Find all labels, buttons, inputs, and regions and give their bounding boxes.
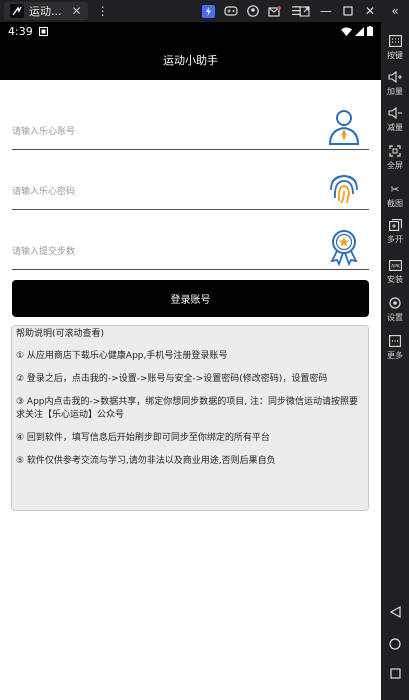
login-button-label: 登录账号	[170, 295, 211, 306]
app-tab-title: 运动...	[29, 5, 62, 18]
sidebar-item-screenshot[interactable]: ✂ 截图	[381, 182, 409, 209]
emulator-title-bar: 运动... ✕ ⋮ ☰ — ✕	[0, 0, 409, 22]
collapse-sidebar-icon[interactable]: «	[381, 4, 409, 18]
fullscreen-icon	[387, 144, 403, 158]
battery-icon	[367, 26, 373, 36]
steps-input-placeholder[interactable]: 请输入提交步数	[12, 244, 75, 257]
popout-icon[interactable]	[293, 2, 315, 20]
password-field[interactable]: 请输入乐心密码	[12, 170, 369, 210]
maximize-icon[interactable]	[337, 2, 359, 20]
notification-icon	[38, 26, 48, 36]
close-window-icon[interactable]: ✕	[359, 2, 381, 20]
sidebar-item-more[interactable]: 更多	[381, 334, 409, 361]
more-icon	[387, 334, 403, 348]
nav-back-icon[interactable]	[381, 606, 409, 618]
nav-recents-icon[interactable]	[381, 668, 409, 679]
multi-instance-icon	[387, 218, 403, 232]
fingerprint-icon	[330, 175, 358, 204]
scissors-icon: ✂	[390, 182, 400, 196]
sidebar-label: 全屏	[387, 161, 403, 170]
gear-icon	[387, 296, 403, 310]
collapse-sidebar-glyph: «	[391, 4, 399, 18]
user-icon	[328, 110, 360, 145]
sidebar-label: 加量	[387, 87, 403, 96]
help-item: ② 登录之后，点击我的->设置->账号与安全->设置密码(修改密码)，设置密码	[16, 374, 328, 384]
signal-icon	[355, 26, 364, 36]
app-tab[interactable]: 运动... ✕	[4, 2, 88, 20]
help-item: ⑤ 软件仅供参考交流与学习,请勿非法以及商业用途,否则后果自负	[16, 456, 276, 466]
help-item: ③ App内点击我的->数据共享，绑定你想同步数据的项目, 注：同步微信运动请按…	[16, 397, 359, 420]
help-item: ④ 回到软件，填写信息后开始刷步即可同步至你绑定的所有平台	[16, 433, 270, 443]
account-field[interactable]: 请输入乐心账号	[12, 110, 369, 150]
app-bar: 运动小助手	[0, 40, 381, 80]
award-badge-icon	[330, 230, 358, 266]
steps-field[interactable]: 请输入提交步数	[12, 230, 369, 270]
status-bar: 4:39	[0, 22, 381, 40]
close-tab-icon[interactable]: ✕	[72, 4, 82, 18]
emulator-sidebar: « 按键 加量 减量 全屏 ✂ 截图 多开 APK 安装 设置 更多	[381, 0, 409, 700]
help-title: 帮助说明(可滚动查看)	[16, 329, 105, 339]
nav-home-icon[interactable]	[381, 638, 409, 650]
volume-down-icon	[387, 106, 403, 120]
keyboard-icon	[387, 34, 403, 48]
mail-icon[interactable]	[264, 2, 286, 20]
help-panel[interactable]: 帮助说明(可滚动查看) ① 从应用商店下载乐心健康App,手机号注册登录账号 ②…	[11, 325, 369, 511]
sidebar-label: 减量	[387, 123, 403, 132]
help-item: ① 从应用商店下载乐心健康App,手机号注册登录账号	[16, 351, 228, 361]
app-title: 运动小助手	[163, 54, 218, 67]
account-icon[interactable]	[242, 2, 264, 20]
wifi-icon	[341, 27, 352, 36]
sidebar-label: 更多	[387, 351, 403, 360]
svg-text:APK: APK	[391, 263, 401, 269]
sidebar-item-keys[interactable]: 按键	[381, 34, 409, 61]
sidebar-item-voldown[interactable]: 减量	[381, 106, 409, 133]
volume-up-icon	[387, 70, 403, 84]
menu-dots-icon[interactable]: ⋮	[92, 2, 114, 20]
apk-install-icon: APK	[387, 258, 403, 272]
emulator-window: 运动... ✕ ⋮ ☰ — ✕ 4:39 运动小助手 请输入乐心账号 请输入乐心…	[0, 0, 409, 700]
sidebar-item-fullscreen[interactable]: 全屏	[381, 144, 409, 171]
account-input-placeholder[interactable]: 请输入乐心账号	[12, 124, 75, 137]
sidebar-item-install[interactable]: APK 安装	[381, 258, 409, 285]
login-button[interactable]: 登录账号	[12, 280, 369, 317]
minimize-icon[interactable]: —	[315, 2, 337, 20]
sidebar-label: 按键	[387, 51, 403, 60]
sidebar-item-multi[interactable]: 多开	[381, 218, 409, 245]
status-time: 4:39	[8, 24, 33, 38]
sidebar-label: 截图	[387, 199, 403, 208]
sidebar-label: 设置	[387, 313, 403, 322]
app-logo-icon	[10, 4, 24, 18]
boost-icon[interactable]	[198, 2, 220, 20]
gamepad-icon[interactable]	[220, 2, 242, 20]
sidebar-item-volup[interactable]: 加量	[381, 70, 409, 97]
sidebar-label: 多开	[387, 235, 403, 244]
password-input-placeholder[interactable]: 请输入乐心密码	[12, 184, 75, 197]
sidebar-label: 安装	[387, 275, 403, 284]
sidebar-item-settings[interactable]: 设置	[381, 296, 409, 323]
phone-screen: 4:39 运动小助手 请输入乐心账号 请输入乐心密码 请输入提交步数 登录账号 …	[0, 22, 381, 700]
